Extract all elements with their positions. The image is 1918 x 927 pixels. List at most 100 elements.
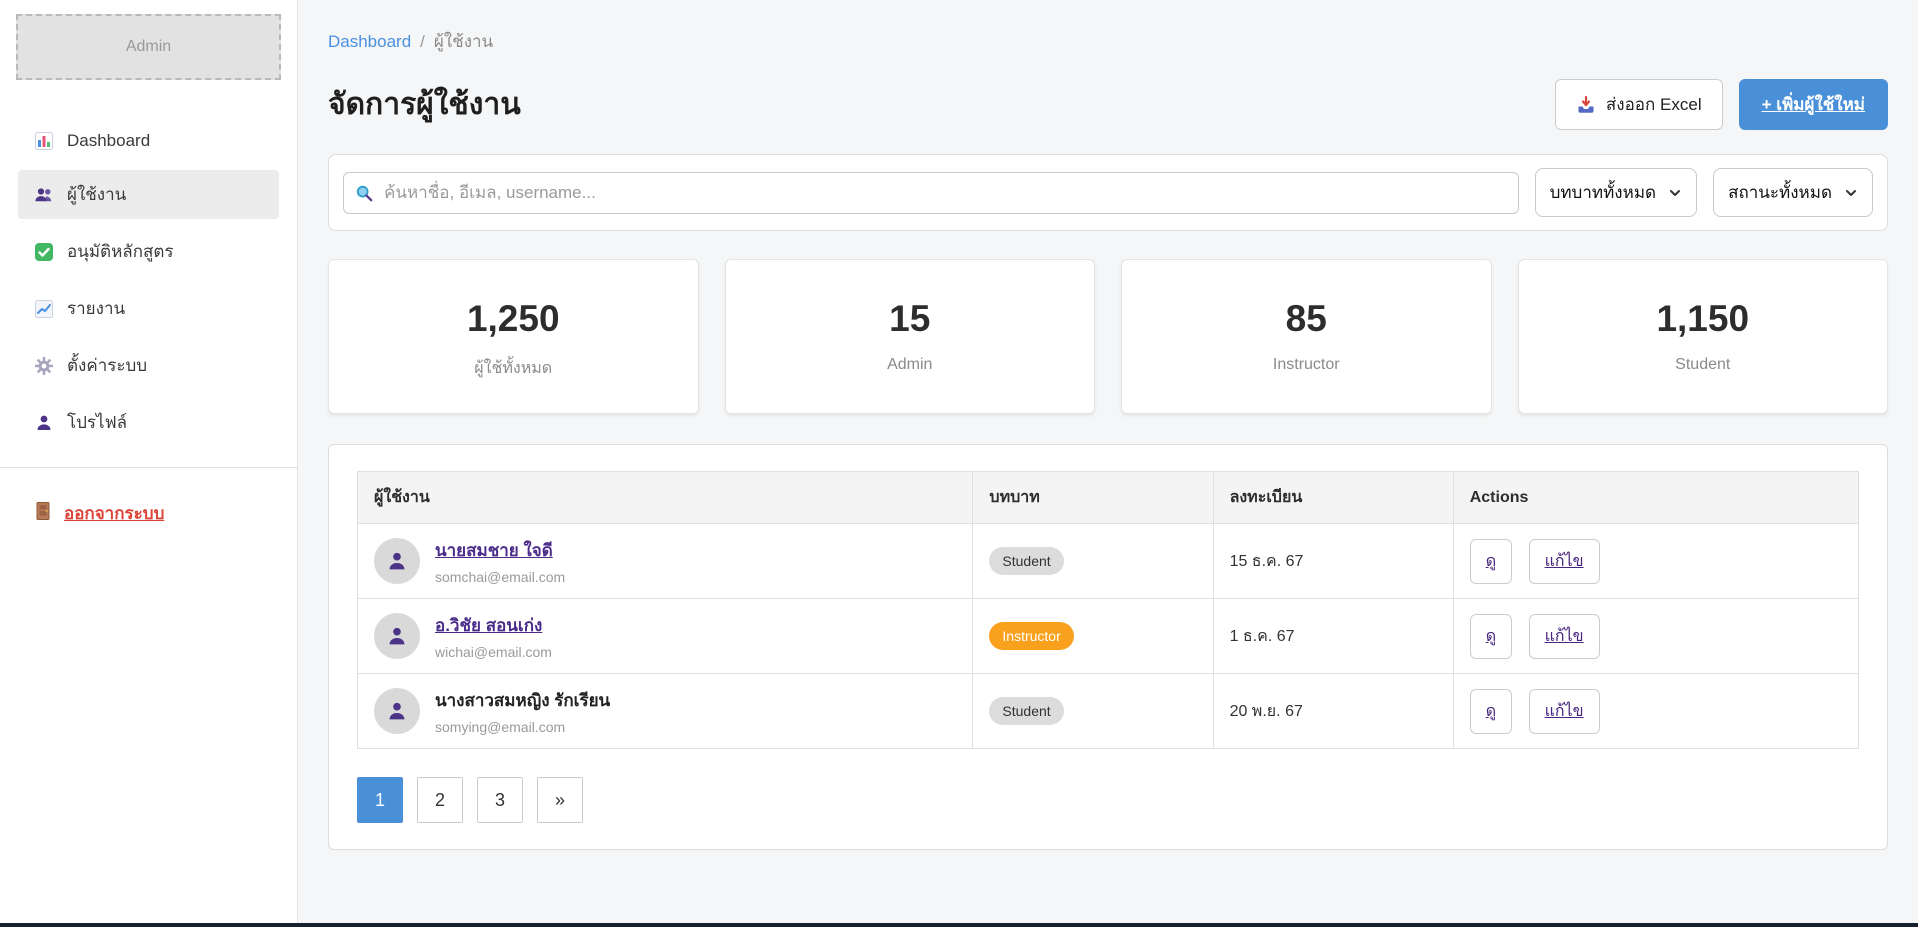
user-email: somying@email.com	[435, 719, 610, 735]
sidebar-item-settings[interactable]: ตั้งค่าระบบ	[18, 341, 279, 390]
search-input[interactable]	[343, 172, 1519, 214]
user-cell: นายสมชาย ใจดี somchai@email.com	[374, 537, 956, 585]
breadcrumb-separator: /	[420, 32, 425, 52]
user-info: นางสาวสมหญิง รักเรียน somying@email.com	[435, 687, 610, 735]
gear-icon	[34, 356, 54, 376]
logout-link[interactable]: ออกจากระบบ	[18, 492, 279, 535]
check-approve-icon	[34, 242, 54, 262]
registered-date: 1 ธ.ค. 67	[1230, 628, 1295, 645]
stat-card-total-users: 1,250 ผู้ใช้ทั้งหมด	[328, 259, 699, 414]
avatar	[374, 613, 420, 659]
export-excel-label: ส่งออก Excel	[1606, 91, 1702, 118]
pagination-page-3[interactable]: 3	[477, 777, 523, 823]
page-header: จัดการผู้ใช้งาน ส่งออก Excel + เพิ่มผู้ใ…	[328, 79, 1888, 130]
sidebar-item-reports[interactable]: รายงาน	[18, 284, 279, 333]
view-button[interactable]: ดู	[1470, 614, 1512, 659]
status-filter-select[interactable]: สถานะทั้งหมด	[1713, 168, 1873, 217]
role-badge: Instructor	[989, 622, 1073, 650]
breadcrumb-dashboard-link[interactable]: Dashboard	[328, 32, 411, 52]
user-email: somchai@email.com	[435, 569, 565, 585]
table-row: อ.วิชัย สอนเก่ง wichai@email.com Instruc…	[358, 599, 1859, 674]
trend-chart-icon	[34, 299, 54, 319]
sidebar-item-label: ตั้งค่าระบบ	[67, 352, 147, 379]
edit-button[interactable]: แก้ไข	[1529, 539, 1600, 584]
sidebar-divider	[0, 467, 297, 468]
sidebar-item-dashboard[interactable]: Dashboard	[18, 120, 279, 162]
registered-date: 15 ธ.ค. 67	[1230, 553, 1304, 570]
door-icon	[34, 501, 52, 526]
column-header-actions: Actions	[1453, 472, 1858, 524]
add-user-button[interactable]: + เพิ่มผู้ใช้ใหม่	[1739, 79, 1888, 130]
chevron-down-icon	[1668, 186, 1682, 200]
users-icon	[34, 185, 54, 205]
avatar	[374, 538, 420, 584]
logo-text: Admin	[126, 38, 171, 56]
breadcrumb: Dashboard / ผู้ใช้งาน	[328, 28, 1888, 55]
user-name-link[interactable]: นายสมชาย ใจดี	[435, 541, 553, 560]
stat-card-student: 1,150 Student	[1518, 259, 1889, 414]
sidebar-item-users[interactable]: ผู้ใช้งาน	[18, 170, 279, 219]
stat-value: 1,250	[339, 298, 688, 340]
table-row: นางสาวสมหญิง รักเรียน somying@email.com …	[358, 674, 1859, 749]
sidebar-item-label: อนุมัติหลักสูตร	[67, 238, 174, 265]
window-bottom-edge	[0, 923, 1918, 927]
registered-date: 20 พ.ย. 67	[1230, 703, 1303, 720]
page-title: จัดการผู้ใช้งาน	[328, 81, 521, 128]
stat-card-admin: 15 Admin	[725, 259, 1096, 414]
filter-panel: บทบาททั้งหมด สถานะทั้งหมด	[328, 154, 1888, 231]
sidebar-item-label: Dashboard	[67, 131, 150, 151]
role-filter-select[interactable]: บทบาททั้งหมด	[1535, 168, 1698, 217]
edit-button[interactable]: แก้ไข	[1529, 689, 1600, 734]
user-info: อ.วิชัย สอนเก่ง wichai@email.com	[435, 612, 552, 660]
chevron-down-icon	[1844, 186, 1858, 200]
sidebar-item-profile[interactable]: โปรไฟล์	[18, 398, 279, 447]
pagination-page-1[interactable]: 1	[357, 777, 403, 823]
table-header-row: ผู้ใช้งาน บทบาท ลงทะเบียน Actions	[358, 472, 1859, 524]
add-user-label: + เพิ่มผู้ใช้ใหม่	[1762, 91, 1865, 118]
main-content: Dashboard / ผู้ใช้งาน จัดการผู้ใช้งาน ส่…	[298, 0, 1918, 923]
table-row: นายสมชาย ใจดี somchai@email.com Student …	[358, 524, 1859, 599]
user-cell: นางสาวสมหญิง รักเรียน somying@email.com	[374, 687, 956, 735]
avatar	[374, 688, 420, 734]
logo-placeholder: Admin	[16, 14, 281, 80]
logout-label: ออกจากระบบ	[64, 500, 164, 527]
header-actions: ส่งออก Excel + เพิ่มผู้ใช้ใหม่	[1555, 79, 1888, 130]
stat-value: 15	[736, 298, 1085, 340]
edit-button[interactable]: แก้ไข	[1529, 614, 1600, 659]
sidebar-nav: Dashboard ผู้ใช้งาน อนุมัติหลักสูตร รายง…	[0, 112, 297, 447]
download-icon	[1576, 95, 1596, 115]
view-button[interactable]: ดู	[1470, 689, 1512, 734]
sidebar-item-label: โปรไฟล์	[67, 409, 127, 436]
pagination-page-2[interactable]: 2	[417, 777, 463, 823]
sidebar-item-approve-courses[interactable]: อนุมัติหลักสูตร	[18, 227, 279, 276]
export-excel-button[interactable]: ส่งออก Excel	[1555, 79, 1723, 130]
stat-card-instructor: 85 Instructor	[1121, 259, 1492, 414]
stats-row: 1,250 ผู้ใช้ทั้งหมด 15 Admin 85 Instruct…	[328, 259, 1888, 414]
user-email: wichai@email.com	[435, 644, 552, 660]
user-name: นางสาวสมหญิง รักเรียน	[435, 691, 610, 710]
pagination-next[interactable]: »	[537, 777, 583, 823]
search-icon	[355, 184, 373, 202]
stat-label: Instructor	[1132, 356, 1481, 374]
app-window: Admin Dashboard ผู้ใช้งาน อนุมัติหลักสูต…	[0, 0, 1918, 923]
sidebar: Admin Dashboard ผู้ใช้งาน อนุมัติหลักสูต…	[0, 0, 298, 923]
column-header-user: ผู้ใช้งาน	[358, 472, 973, 524]
role-badge: Student	[989, 697, 1063, 725]
users-table: ผู้ใช้งาน บทบาท ลงทะเบียน Actions	[357, 471, 1859, 749]
status-filter-value: สถานะทั้งหมด	[1728, 179, 1832, 206]
stat-label: ผู้ใช้ทั้งหมด	[339, 356, 688, 381]
user-name-link[interactable]: อ.วิชัย สอนเก่ง	[435, 616, 542, 635]
user-cell: อ.วิชัย สอนเก่ง wichai@email.com	[374, 612, 956, 660]
users-table-panel: ผู้ใช้งาน บทบาท ลงทะเบียน Actions	[328, 444, 1888, 850]
sidebar-item-label: ผู้ใช้งาน	[67, 181, 126, 208]
user-info: นายสมชาย ใจดี somchai@email.com	[435, 537, 565, 585]
breadcrumb-current: ผู้ใช้งาน	[434, 28, 493, 55]
stat-label: Admin	[736, 356, 1085, 374]
role-badge: Student	[989, 547, 1063, 575]
stat-label: Student	[1529, 356, 1878, 374]
bar-chart-icon	[34, 131, 54, 151]
sidebar-item-label: รายงาน	[67, 295, 125, 322]
view-button[interactable]: ดู	[1470, 539, 1512, 584]
stat-value: 1,150	[1529, 298, 1878, 340]
stat-value: 85	[1132, 298, 1481, 340]
